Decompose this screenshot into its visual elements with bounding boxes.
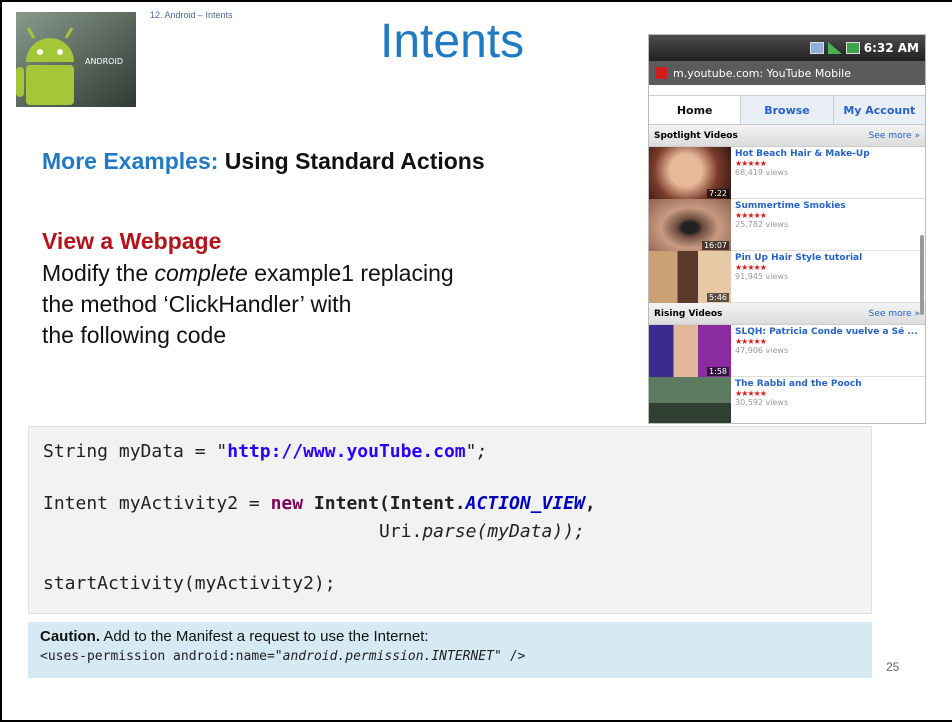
rating-stars-icon: ★★★★★ bbox=[735, 263, 767, 272]
spotlight-label: Spotlight Videos bbox=[654, 130, 738, 141]
sub-heading: View a Webpage bbox=[42, 228, 222, 254]
body-line-2: the method ‘ClickHandler’ with bbox=[42, 291, 352, 317]
code-text: String myData = bbox=[43, 441, 217, 462]
caution-code-part: <uses-permission android:name=" bbox=[40, 649, 283, 664]
breadcrumb: 12. Android – Intents bbox=[150, 10, 233, 20]
code-line: Uri.parse(myData)); bbox=[43, 521, 857, 549]
body-line-3: the following code bbox=[42, 322, 227, 348]
video-title[interactable]: The Rabbi and the Pooch bbox=[735, 379, 862, 389]
code-line: startActivity(myActivity2); bbox=[43, 573, 336, 594]
rating-stars-icon: ★★★★★ bbox=[735, 159, 767, 168]
video-title[interactable]: Hot Beach Hair & Make-Up bbox=[735, 149, 870, 159]
status-bar: 6:32 AM bbox=[649, 35, 925, 61]
video-duration: 7:22 bbox=[707, 189, 729, 198]
section-heading: More Examples: Using Standard Actions bbox=[42, 148, 485, 175]
video-views: 68,419 views bbox=[735, 168, 789, 177]
rating-stars-icon: ★★★★★ bbox=[735, 389, 767, 398]
tab-bar: Home Browse My Account bbox=[649, 95, 925, 125]
code-text: Intent(Intent. bbox=[303, 493, 466, 514]
rising-header: Rising Videos See more » bbox=[649, 303, 925, 325]
see-more-link[interactable]: See more » bbox=[869, 309, 920, 319]
rating-stars-icon: ★★★★★ bbox=[735, 337, 767, 346]
code-block: String myData = "http://www.youTube.com"… bbox=[28, 426, 872, 614]
heading-text: Using Standard Actions bbox=[224, 148, 485, 174]
code-constant: ACTION_VIEW bbox=[465, 493, 585, 514]
code-text: Uri. bbox=[378, 521, 423, 542]
scrollbar[interactable] bbox=[920, 235, 924, 315]
status-time: 6:32 AM bbox=[863, 41, 919, 55]
code-string: http://www.youTube.com bbox=[227, 441, 466, 462]
rating-stars-icon: ★★★★★ bbox=[735, 211, 767, 220]
video-views: 30,592 views bbox=[735, 398, 789, 407]
phone-screenshot: 6:32 AM m.youtube.com: YouTube Mobile Ho… bbox=[648, 34, 926, 424]
battery-icon bbox=[845, 42, 860, 54]
video-thumbnail[interactable]: 16:07 bbox=[649, 199, 731, 251]
video-row[interactable]: 7:22 Hot Beach Hair & Make-Up ★★★★★ 68,4… bbox=[649, 147, 925, 199]
code-keyword: new bbox=[270, 493, 304, 514]
android-logo: ANDROID bbox=[16, 12, 136, 107]
video-row[interactable]: 16:07 Summertime Smokies ★★★★★ 25,782 vi… bbox=[649, 199, 925, 251]
caution-code-italic: android.permission.INTERNET bbox=[282, 649, 494, 664]
caution-text: Caution. Add to the Manifest a request t… bbox=[40, 628, 860, 645]
see-more-link[interactable]: See more » bbox=[869, 131, 920, 141]
video-row[interactable]: 1:58 SLQH: Patricia Conde vuelve a Sé ..… bbox=[649, 325, 925, 377]
body-paragraph: Modify the complete example1 replacing t… bbox=[42, 258, 602, 351]
code-text: " bbox=[216, 441, 228, 462]
signal-icon bbox=[827, 42, 842, 54]
caution-code-part: " /> bbox=[493, 649, 526, 664]
page-title: Intents bbox=[380, 15, 525, 68]
logo-text: ANDROID bbox=[85, 57, 123, 66]
code-line: Intent myActivity2 = new Intent(Intent.A… bbox=[43, 493, 857, 521]
caution-code: <uses-permission android:name="android.p… bbox=[40, 649, 860, 664]
page-number: 25 bbox=[886, 660, 900, 674]
code-text: parse(myData)); bbox=[422, 521, 585, 542]
code-line: String myData = "http://www.youTube.com"… bbox=[43, 441, 857, 469]
url-text: m.youtube.com: YouTube Mobile bbox=[673, 66, 851, 80]
video-duration: 16:07 bbox=[701, 241, 729, 250]
tab-my-account[interactable]: My Account bbox=[833, 96, 925, 124]
caution-box: Caution. Add to the Manifest a request t… bbox=[28, 622, 872, 678]
heading-prefix: More Examples: bbox=[42, 148, 219, 174]
code-text: "; bbox=[465, 441, 488, 462]
youtube-favicon-icon bbox=[655, 67, 667, 79]
spotlight-header: Spotlight Videos See more » bbox=[649, 125, 925, 147]
code-text: Intent myActivity2 = bbox=[43, 493, 271, 514]
rising-label: Rising Videos bbox=[654, 308, 723, 319]
tab-home[interactable]: Home bbox=[649, 96, 742, 124]
video-thumbnail[interactable]: 5:46 bbox=[649, 251, 731, 303]
video-thumbnail[interactable]: 7:22 bbox=[649, 147, 731, 199]
video-title[interactable]: SLQH: Patricia Conde vuelve a Sé ... bbox=[735, 327, 918, 337]
body-text-part: Modify the bbox=[42, 260, 155, 286]
video-duration: 1:58 bbox=[707, 367, 729, 376]
video-row[interactable]: 5:46 Pin Up Hair Style tutorial ★★★★★ 91… bbox=[649, 251, 925, 303]
url-bar[interactable]: m.youtube.com: YouTube Mobile bbox=[649, 61, 925, 85]
video-duration: 5:46 bbox=[707, 293, 729, 302]
tab-browse[interactable]: Browse bbox=[741, 96, 834, 124]
network-3g-icon bbox=[809, 42, 824, 54]
video-views: 25,782 views bbox=[735, 220, 789, 229]
video-thumbnail[interactable]: 1:58 bbox=[649, 325, 731, 377]
caution-label: Caution. bbox=[40, 628, 100, 645]
video-views: 91,945 views bbox=[735, 272, 789, 281]
caution-body: Add to the Manifest a request to use the… bbox=[100, 628, 429, 645]
video-title[interactable]: Summertime Smokies bbox=[735, 201, 846, 211]
code-text: , bbox=[584, 493, 596, 514]
video-title[interactable]: Pin Up Hair Style tutorial bbox=[735, 253, 862, 263]
video-row[interactable]: The Rabbi and the Pooch ★★★★★ 30,592 vie… bbox=[649, 377, 925, 423]
video-views: 47,906 views bbox=[735, 346, 789, 355]
body-text-part: example1 replacing bbox=[247, 260, 454, 286]
body-text-italic: complete bbox=[154, 260, 248, 286]
video-thumbnail[interactable] bbox=[649, 377, 731, 423]
